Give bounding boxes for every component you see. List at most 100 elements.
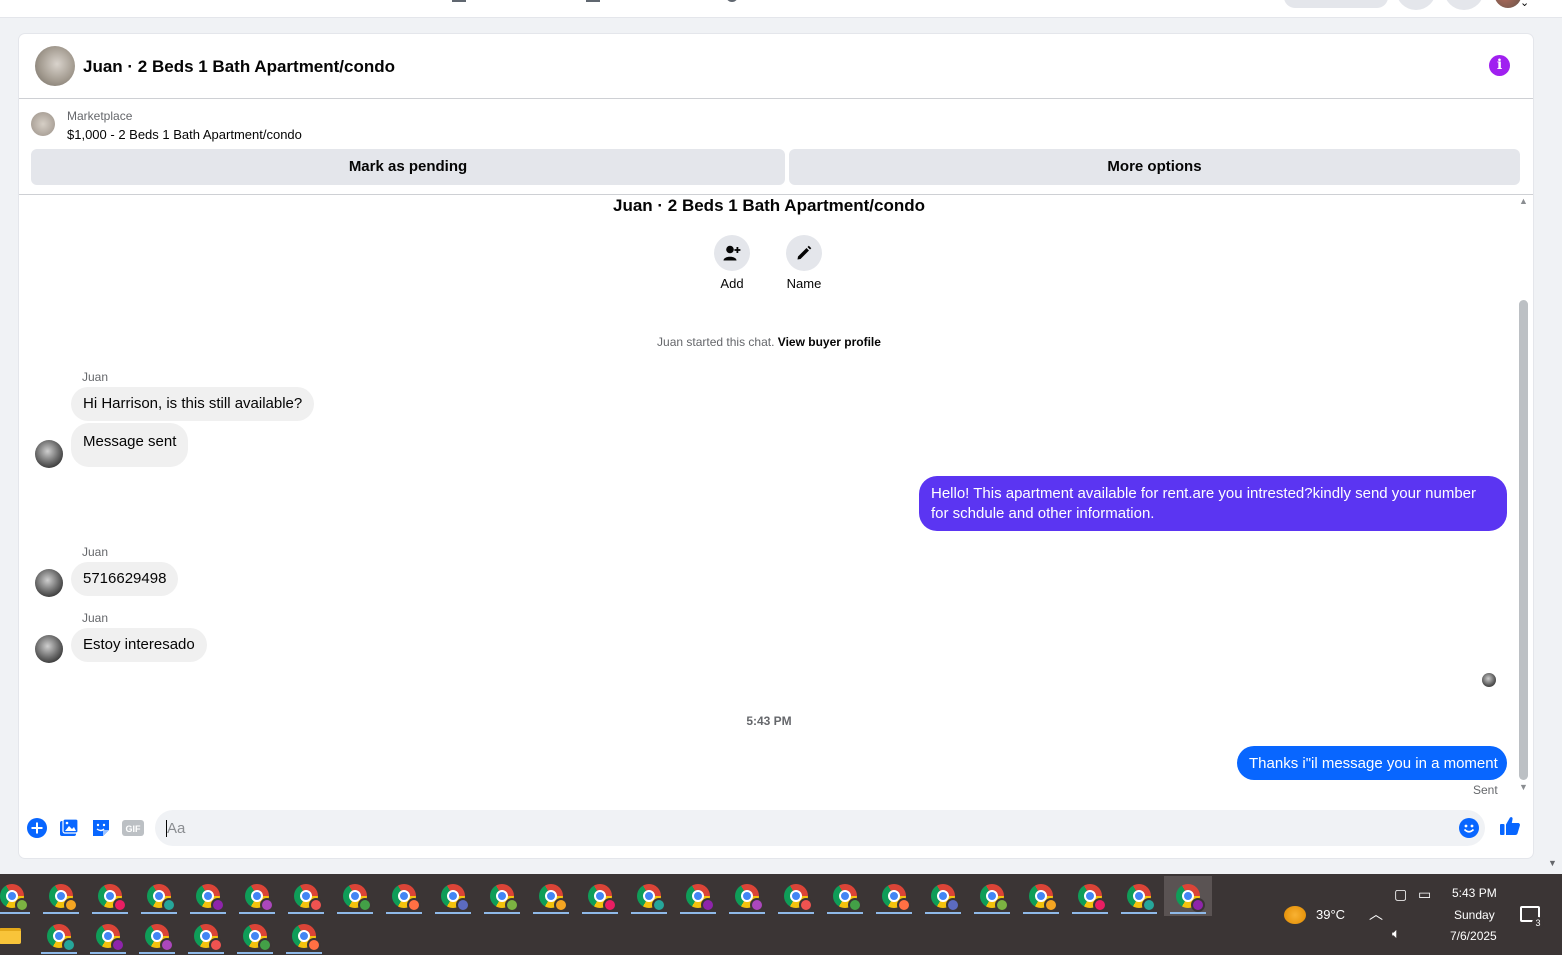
chrome-taskbar-icon[interactable] [380,876,428,916]
incoming-message[interactable]: 5716629498 [71,562,179,596]
home-icon[interactable] [452,0,466,2]
weather-temperature[interactable]: 39°C [1316,907,1345,922]
chrome-taskbar-icon[interactable] [182,916,230,955]
scroll-up-icon[interactable]: ▲ [1519,196,1528,206]
marketplace-icon[interactable] [726,0,738,2]
profile-badge-icon [258,938,272,952]
chrome-taskbar-icon[interactable] [135,876,183,916]
incoming-message[interactable]: Message sent [71,423,189,467]
clock-day[interactable]: Sunday [1454,908,1495,922]
like-icon[interactable] [1499,816,1521,836]
chrome-taskbar-icon[interactable] [821,876,869,916]
chrome-taskbar-icon[interactable] [1164,876,1212,916]
chrome-taskbar-icon[interactable] [231,916,279,955]
chrome-icon [196,884,225,912]
messenger-button[interactable] [1396,0,1436,10]
incoming-message[interactable]: Estoy interesado [71,628,207,662]
chrome-taskbar-icon[interactable] [478,876,526,916]
thread-scrollbar[interactable]: ▲ ▼ [1519,196,1528,794]
outgoing-message[interactable]: Hello! This apartment available for rent… [919,476,1507,531]
gif-icon[interactable]: GIF [122,818,144,838]
chrome-taskbar-icon[interactable] [35,916,83,955]
chrome-icon [441,884,470,912]
top-navigation-bar: ⌄ [0,0,1562,18]
volume-icon[interactable]: 🔈︎ [1392,925,1400,942]
running-indicator [435,912,471,914]
chrome-taskbar-icon[interactable] [133,916,181,955]
chrome-taskbar-icon[interactable] [429,876,477,916]
mark-as-pending-button[interactable]: Mark as pending [31,149,785,185]
chrome-taskbar-icon[interactable] [1017,876,1065,916]
conversation-title[interactable]: Juan · 2 Beds 1 Bath Apartment/condo [83,57,395,77]
chrome-taskbar-icon[interactable] [86,876,134,916]
add-people-button[interactable] [714,235,750,271]
more-options-button[interactable]: More options [789,149,1520,185]
chrome-taskbar-icon[interactable] [723,876,771,916]
view-buyer-profile-link[interactable]: View buyer profile [778,335,881,349]
chrome-icon [243,924,272,952]
chrome-taskbar-icon[interactable] [674,876,722,916]
network-icon[interactable]: ▭ [1418,886,1431,903]
sticker-icon[interactable] [91,818,111,838]
chrome-taskbar-icon[interactable] [527,876,575,916]
account-avatar[interactable] [1494,0,1522,8]
name-chat-button[interactable] [786,235,822,271]
message-input-placeholder: Aa [167,820,186,837]
profile-badge-icon [309,898,323,912]
chrome-taskbar-icon[interactable] [280,916,328,955]
chevron-down-icon[interactable]: ⌄ [1520,0,1529,9]
chrome-taskbar-icon[interactable] [870,876,918,916]
notifications-button[interactable] [1444,0,1484,10]
chrome-taskbar-icon[interactable] [184,876,232,916]
find-friends-button[interactable] [1284,0,1388,8]
chrome-taskbar-icon[interactable] [625,876,673,916]
listing-thumbnail[interactable] [31,112,55,136]
chrome-taskbar-icon[interactable] [37,876,85,916]
profile-badge-icon [848,898,862,912]
chrome-taskbar-icon[interactable] [919,876,967,916]
scroll-down-icon[interactable]: ▼ [1519,782,1528,792]
running-indicator [92,912,128,914]
sender-avatar[interactable] [35,569,63,597]
add-person-icon [723,245,741,261]
photo-icon[interactable] [59,818,79,838]
folder-icon [0,928,21,944]
chrome-taskbar-icon[interactable] [1066,876,1114,916]
chrome-icon [145,924,174,952]
file-explorer-icon[interactable] [0,916,34,955]
chrome-taskbar-icon[interactable] [233,876,281,916]
chrome-taskbar-icon[interactable] [968,876,1016,916]
chevron-up-icon[interactable]: ︿ [1369,904,1383,924]
conversation-avatar[interactable] [35,46,75,86]
running-indicator [386,912,422,914]
outgoing-message[interactable]: Thanks i"il message you in a moment [1237,746,1507,780]
message-input[interactable]: Aa [155,810,1485,846]
emoji-icon[interactable] [1459,818,1479,838]
chrome-taskbar-icon[interactable] [331,876,379,916]
profile-badge-icon [1044,898,1058,912]
chrome-taskbar-icon[interactable] [282,876,330,916]
profile-badge-icon [897,898,911,912]
sender-avatar[interactable] [35,635,63,663]
sender-avatar[interactable] [35,440,63,468]
clock-time[interactable]: 5:43 PM [1452,886,1497,900]
page-scroll-down-icon[interactable]: ▼ [1548,858,1557,868]
listing-title[interactable]: $1,000 - 2 Beds 1 Bath Apartment/condo [67,127,302,142]
meet-icon[interactable]: ▢ [1394,886,1407,903]
chrome-taskbar-icon[interactable] [772,876,820,916]
video-icon[interactable] [586,0,600,2]
scrollbar-thumb[interactable] [1519,300,1528,780]
plus-icon[interactable] [27,818,47,838]
incoming-message[interactable]: Hi Harrison, is this still available? [71,387,315,421]
sent-status: Sent [1473,783,1498,797]
chrome-taskbar-icon[interactable] [0,876,36,916]
profile-badge-icon [15,898,29,912]
chrome-taskbar-icon[interactable] [1115,876,1163,916]
clock-date[interactable]: 7/6/2025 [1450,929,1497,943]
chrome-icon [1127,884,1156,912]
chrome-taskbar-icon[interactable] [84,916,132,955]
chrome-taskbar-icon[interactable] [576,876,624,916]
info-icon[interactable]: i [1489,55,1510,76]
profile-badge-icon [62,938,76,952]
weather-icon[interactable] [1284,906,1306,924]
